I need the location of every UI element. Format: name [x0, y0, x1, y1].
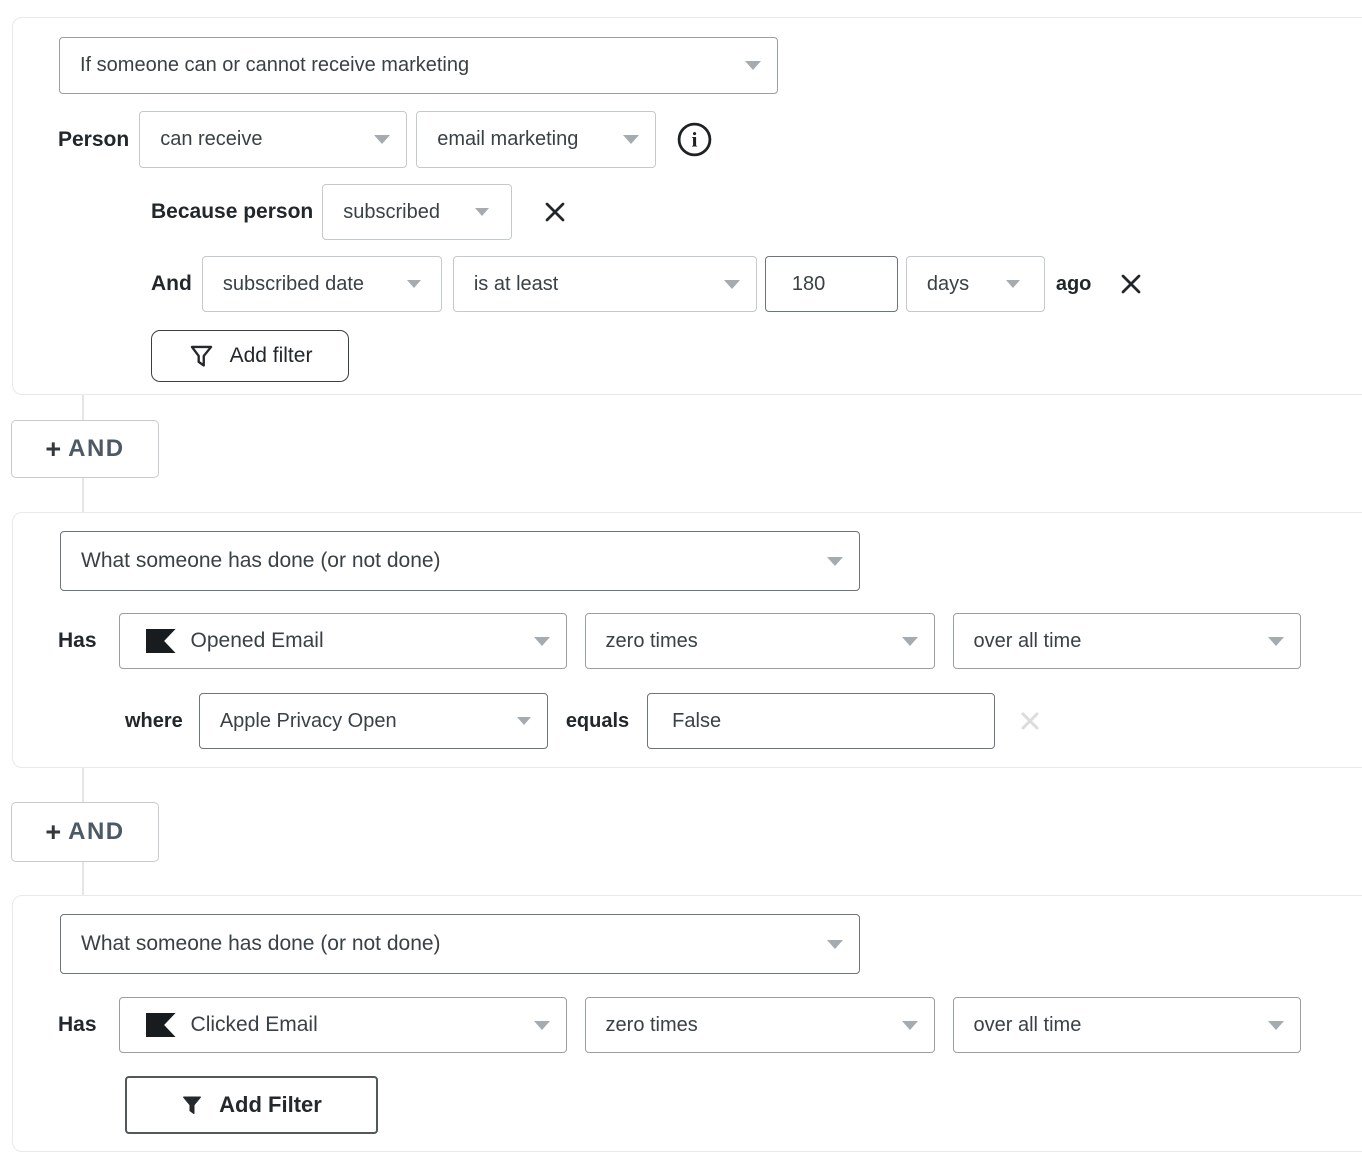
- ago-label: ago: [1056, 273, 1092, 296]
- date-field-dropdown[interactable]: subscribed date: [202, 256, 442, 312]
- and-connector-button[interactable]: + AND: [11, 802, 159, 862]
- event-value: Clicked Email: [191, 1013, 522, 1037]
- reason-dropdown[interactable]: subscribed: [322, 184, 512, 240]
- and-connector-button[interactable]: + AND: [11, 420, 159, 478]
- has-label: Has: [58, 1013, 97, 1037]
- condition-type-value: What someone has done (or not done): [81, 932, 441, 956]
- where-label: where: [125, 710, 183, 733]
- and-connector-label: AND: [68, 818, 125, 846]
- condition-type-value: If someone can or cannot receive marketi…: [80, 54, 469, 77]
- and-connector-label: AND: [68, 435, 125, 463]
- channel-value: email marketing: [437, 128, 578, 151]
- event-dropdown[interactable]: Opened Email: [119, 613, 567, 669]
- property-value-input[interactable]: [647, 693, 995, 749]
- timeframe-dropdown[interactable]: over all time: [953, 997, 1301, 1053]
- chevron-down-icon: [623, 135, 639, 144]
- info-icon[interactable]: i: [676, 121, 713, 158]
- condition-block-clicked-email: What someone has done (or not done) Has …: [12, 895, 1362, 1152]
- chevron-down-icon: [902, 1021, 918, 1030]
- reason-value: subscribed: [343, 201, 440, 224]
- chevron-down-icon: [407, 280, 421, 288]
- chevron-down-icon: [827, 557, 843, 566]
- chevron-down-icon: [534, 1021, 550, 1030]
- has-label: Has: [58, 629, 97, 653]
- chevron-down-icon: [1006, 280, 1020, 288]
- equals-label: equals: [566, 710, 629, 733]
- date-field-value: subscribed date: [223, 273, 364, 296]
- days-value-input[interactable]: [765, 256, 898, 312]
- klaviyo-flag-icon: [146, 629, 176, 653]
- chevron-down-icon: [517, 717, 531, 725]
- count-value: zero times: [606, 1014, 698, 1037]
- because-person-label: Because person: [151, 200, 313, 224]
- chevron-down-icon: [1268, 637, 1284, 646]
- channel-dropdown[interactable]: email marketing: [416, 111, 656, 168]
- property-dropdown[interactable]: Apple Privacy Open: [199, 693, 548, 749]
- add-filter-label: Add Filter: [219, 1092, 322, 1118]
- timeframe-dropdown[interactable]: over all time: [953, 613, 1301, 669]
- remove-filter-icon[interactable]: [539, 196, 571, 228]
- svg-text:i: i: [692, 128, 698, 152]
- add-filter-button[interactable]: Add Filter: [125, 1076, 378, 1134]
- filter-funnel-icon: [181, 1094, 203, 1116]
- event-dropdown[interactable]: Clicked Email: [119, 997, 567, 1053]
- time-unit-value: days: [927, 273, 969, 296]
- person-label: Person: [58, 128, 129, 152]
- chevron-down-icon: [534, 637, 550, 646]
- timeframe-value: over all time: [974, 630, 1082, 653]
- condition-block-marketing: If someone can or cannot receive marketi…: [12, 17, 1362, 395]
- chevron-down-icon: [827, 940, 843, 949]
- recipient-verb-value: can receive: [160, 128, 262, 151]
- chevron-down-icon: [374, 135, 390, 144]
- chevron-down-icon: [475, 208, 489, 216]
- plus-icon: +: [45, 817, 61, 848]
- event-value: Opened Email: [191, 629, 522, 653]
- date-operator-dropdown[interactable]: is at least: [453, 256, 757, 312]
- chevron-down-icon: [1268, 1021, 1284, 1030]
- property-value: Apple Privacy Open: [220, 710, 397, 733]
- count-dropdown[interactable]: zero times: [585, 613, 935, 669]
- condition-block-opened-email: What someone has done (or not done) Has …: [12, 512, 1362, 768]
- chevron-down-icon: [902, 637, 918, 646]
- condition-type-dropdown[interactable]: If someone can or cannot receive marketi…: [59, 37, 778, 94]
- count-value: zero times: [606, 630, 698, 653]
- condition-type-dropdown[interactable]: What someone has done (or not done): [60, 531, 860, 591]
- condition-type-value: What someone has done (or not done): [81, 549, 441, 573]
- chevron-down-icon: [724, 280, 740, 289]
- add-filter-label: Add filter: [230, 344, 313, 368]
- plus-icon: +: [45, 434, 61, 465]
- and-filter-label: And: [151, 272, 192, 296]
- date-operator-value: is at least: [474, 273, 558, 296]
- time-unit-dropdown[interactable]: days: [906, 256, 1045, 312]
- chevron-down-icon: [745, 61, 761, 70]
- remove-filter-icon[interactable]: [1115, 268, 1147, 300]
- filter-funnel-icon: [188, 343, 215, 370]
- recipient-verb-dropdown[interactable]: can receive: [139, 111, 407, 168]
- condition-type-dropdown[interactable]: What someone has done (or not done): [60, 914, 860, 974]
- timeframe-value: over all time: [974, 1014, 1082, 1037]
- remove-where-icon[interactable]: [1017, 708, 1043, 734]
- add-filter-button[interactable]: Add filter: [151, 330, 349, 382]
- count-dropdown[interactable]: zero times: [585, 997, 935, 1053]
- segment-builder: If someone can or cannot receive marketi…: [0, 0, 1362, 1168]
- klaviyo-flag-icon: [146, 1013, 176, 1037]
